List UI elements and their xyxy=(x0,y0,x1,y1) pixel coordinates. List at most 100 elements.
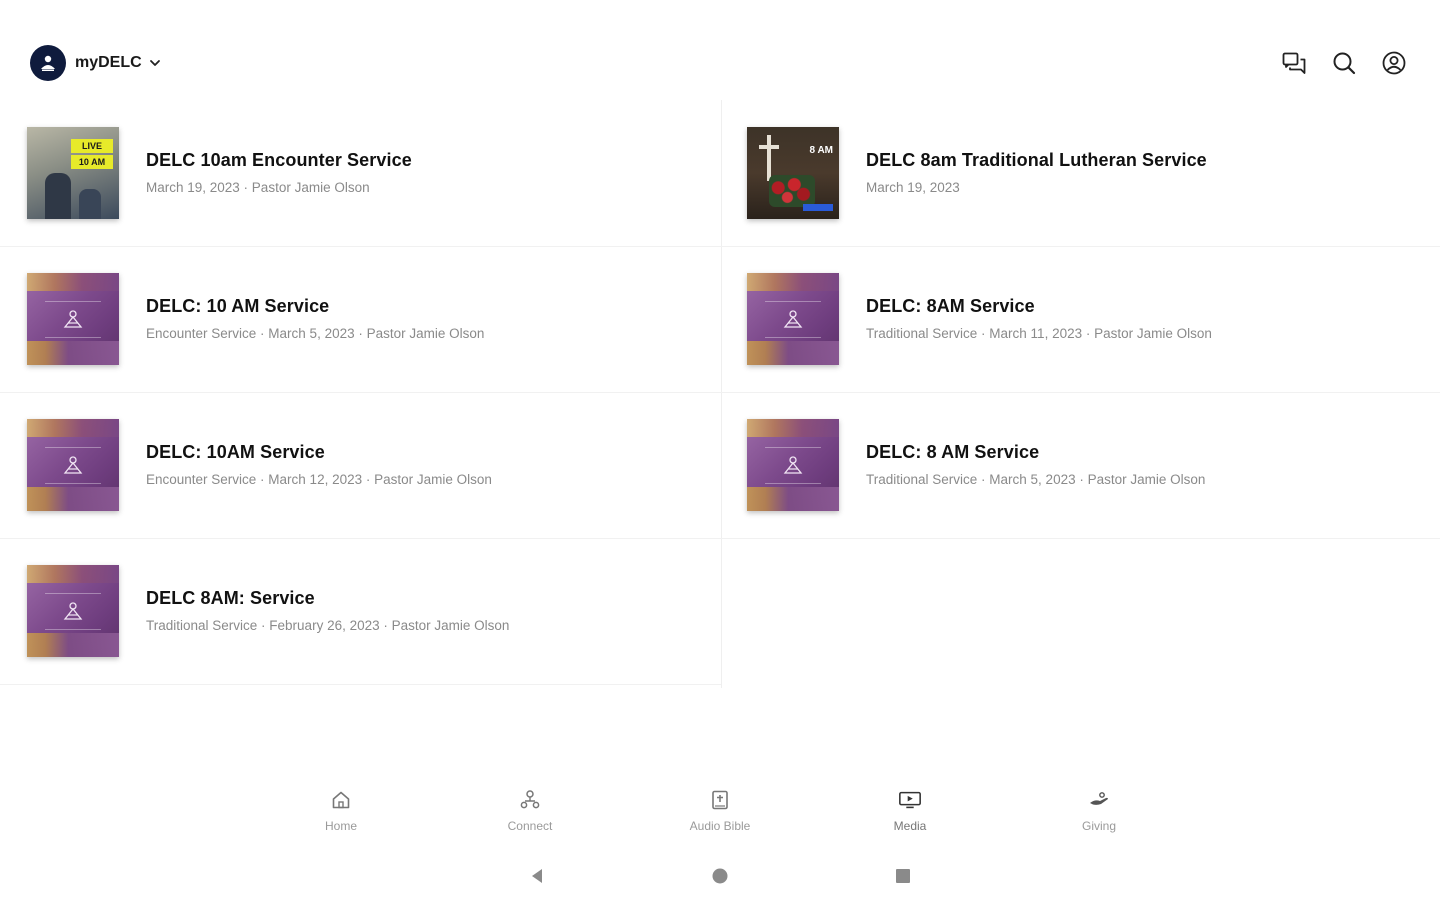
media-thumbnail: 8 AM xyxy=(747,127,839,219)
thumbnail-stripe xyxy=(45,629,101,630)
nav-connect[interactable]: Connect xyxy=(480,788,580,844)
nav-label: Audio Bible xyxy=(689,819,751,833)
media-item-8am-service-3[interactable]: DELC 8AM: Service Traditional Service · … xyxy=(0,538,720,684)
profile-icon[interactable] xyxy=(1378,47,1410,79)
church-seal-icon xyxy=(783,310,803,328)
cross-shape xyxy=(759,145,779,149)
thumbnail-stripe xyxy=(765,447,821,448)
media-item-8am-service[interactable]: DELC: 8AM Service Traditional Service · … xyxy=(720,246,1440,392)
thumbnail-stripe xyxy=(45,301,101,302)
thumbnail-band xyxy=(27,273,119,291)
thumbnail-stripe xyxy=(765,301,821,302)
media-title: DELC: 8AM Service xyxy=(866,296,1035,316)
media-item-text: DELC: 8AM Service Traditional Service · … xyxy=(866,296,1430,341)
media-title: DELC: 8 AM Service xyxy=(866,442,1040,462)
thumbnail-band xyxy=(27,341,119,365)
media-item-text: DELC: 8 AM Service Traditional Service ·… xyxy=(866,442,1430,487)
media-thumbnail xyxy=(27,273,119,365)
media-subtitle: Encounter Service · March 12, 2023 · Pas… xyxy=(146,472,492,487)
media-item-8am-service-2[interactable]: DELC: 8 AM Service Traditional Service ·… xyxy=(720,392,1440,538)
media-thumbnail xyxy=(27,565,119,657)
thumbnail-figure xyxy=(79,189,101,219)
bottom-navigation: Home Connect Audio Bible Media Giving xyxy=(0,788,1440,844)
church-switcher[interactable]: myDELC xyxy=(30,45,162,81)
thumbnail-band xyxy=(27,633,119,657)
thumbnail-band xyxy=(747,273,839,291)
cross-shape xyxy=(767,135,771,181)
thumbnail-band xyxy=(27,419,119,437)
thumbnail-band xyxy=(27,487,119,511)
media-thumbnail: LIVE 10 AM xyxy=(27,127,119,219)
thumbnail-stripe xyxy=(45,337,101,338)
connect-icon xyxy=(518,788,542,812)
chevron-down-icon xyxy=(148,56,162,70)
media-subtitle: Traditional Service · February 26, 2023 … xyxy=(146,618,510,633)
church-logo-icon xyxy=(30,45,66,81)
media-item-10am-service[interactable]: DELC: 10 AM Service Encounter Service · … xyxy=(0,246,720,392)
media-title: DELC 8am Traditional Lutheran Service xyxy=(866,150,1207,170)
search-icon[interactable] xyxy=(1328,47,1360,79)
church-seal-icon xyxy=(63,602,83,620)
media-item-8am-traditional[interactable]: 8 AM DELC 8am Traditional Lutheran Servi… xyxy=(720,100,1440,246)
media-item-10am-service-2[interactable]: DELC: 10AM Service Encounter Service · M… xyxy=(0,392,720,538)
media-item-text: DELC 8AM: Service Traditional Service · … xyxy=(146,588,710,633)
thumbnail-stripe xyxy=(45,593,101,594)
row-divider xyxy=(0,684,721,685)
app-root: myDELC LIVE 10 AM DELC 10am Encounter Se… xyxy=(0,0,1440,900)
recents-icon[interactable] xyxy=(891,864,915,888)
media-title: DELC: 10 AM Service xyxy=(146,296,330,316)
system-navigation-bar xyxy=(0,860,1440,890)
media-thumbnail xyxy=(747,419,839,511)
messages-icon[interactable] xyxy=(1278,47,1310,79)
media-subtitle: Encounter Service · March 5, 2023 · Past… xyxy=(146,326,485,341)
nav-audio-bible[interactable]: Audio Bible xyxy=(670,788,770,844)
thumbnail-time-tag: 8 AM xyxy=(809,145,833,156)
media-subtitle: March 19, 2023 xyxy=(866,180,960,195)
media-subtitle: Traditional Service · March 11, 2023 · P… xyxy=(866,326,1212,341)
media-icon xyxy=(898,788,922,812)
nav-label: Media xyxy=(893,819,927,833)
flowers-shape xyxy=(769,175,815,207)
nav-label: Connect xyxy=(507,819,553,833)
media-title: DELC 8AM: Service xyxy=(146,588,315,608)
nav-media[interactable]: Media xyxy=(860,788,960,844)
thumbnail-stripe xyxy=(765,483,821,484)
thumbnail-band xyxy=(747,341,839,365)
church-seal-icon xyxy=(63,456,83,474)
thumbnail-band xyxy=(27,565,119,583)
back-icon[interactable] xyxy=(525,864,549,888)
media-item-text: DELC 10am Encounter Service March 19, 20… xyxy=(146,150,710,195)
home-icon xyxy=(329,788,353,812)
media-thumbnail xyxy=(747,273,839,365)
thumbnail-button-shape xyxy=(803,204,833,211)
app-name: myDELC xyxy=(75,54,142,71)
thumbnail-time-tag: 10 AM xyxy=(71,155,113,169)
church-seal-icon xyxy=(63,310,83,328)
thumbnail-stripe xyxy=(45,447,101,448)
media-subtitle: March 19, 2023 · Pastor Jamie Olson xyxy=(146,180,370,195)
bible-icon xyxy=(708,788,732,812)
media-title: DELC 10am Encounter Service xyxy=(146,150,412,170)
media-list: LIVE 10 AM DELC 10am Encounter Service M… xyxy=(0,100,1440,688)
media-item-10am-encounter[interactable]: LIVE 10 AM DELC 10am Encounter Service M… xyxy=(0,100,720,246)
nav-label: Giving xyxy=(1081,819,1116,833)
thumbnail-live-tag: LIVE xyxy=(71,139,113,153)
media-thumbnail xyxy=(27,419,119,511)
thumbnail-stripe xyxy=(765,337,821,338)
nav-home[interactable]: Home xyxy=(291,788,391,844)
thumbnail-stripe xyxy=(45,483,101,484)
giving-icon xyxy=(1087,788,1111,812)
nav-label: Home xyxy=(324,819,357,833)
church-seal-icon xyxy=(783,456,803,474)
header-actions xyxy=(1278,46,1410,80)
media-item-text: DELC 8am Traditional Lutheran Service Ma… xyxy=(866,150,1430,195)
nav-giving[interactable]: Giving xyxy=(1049,788,1149,844)
media-subtitle: Traditional Service · March 5, 2023 · Pa… xyxy=(866,472,1206,487)
home-button-icon[interactable] xyxy=(708,864,732,888)
thumbnail-band xyxy=(747,487,839,511)
thumbnail-band xyxy=(747,419,839,437)
media-item-text: DELC: 10 AM Service Encounter Service · … xyxy=(146,296,710,341)
media-item-text: DELC: 10AM Service Encounter Service · M… xyxy=(146,442,710,487)
thumbnail-figure xyxy=(45,173,71,219)
media-title: DELC: 10AM Service xyxy=(146,442,325,462)
